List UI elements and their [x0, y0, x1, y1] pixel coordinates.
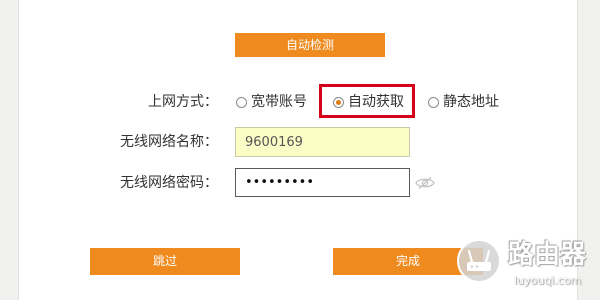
wifi-name-input[interactable] [235, 127, 410, 157]
connection-type-label: 上网方式： [148, 94, 218, 110]
auto-detect-button[interactable]: 自动检测 [235, 33, 385, 57]
radio-label: 静态地址 [443, 94, 499, 110]
wifi-password-input[interactable] [235, 168, 410, 197]
radio-circle-icon[interactable] [236, 97, 247, 108]
radio-pppoe[interactable]: 宽带账号 [236, 93, 316, 111]
finish-button[interactable]: 完成 [333, 248, 483, 275]
radio-circle-icon[interactable] [333, 97, 344, 108]
eye-slash-icon[interactable] [415, 176, 435, 190]
radio-label: 自动获取 [348, 94, 404, 110]
wifi-name-label: 无线网络名称： [120, 134, 218, 150]
radio-static-ip[interactable]: 静态地址 [428, 93, 508, 111]
radio-dhcp[interactable]: 自动获取 [333, 93, 413, 111]
skip-button[interactable]: 跳过 [90, 248, 240, 275]
radio-label: 宽带账号 [251, 94, 307, 110]
router-setup-page: 自动检测 上网方式： 宽带账号 自动获取 静态地址 无线网络名称： 无线网络密码… [0, 0, 600, 300]
radio-circle-icon[interactable] [428, 97, 439, 108]
wifi-password-label: 无线网络密码： [120, 175, 218, 191]
